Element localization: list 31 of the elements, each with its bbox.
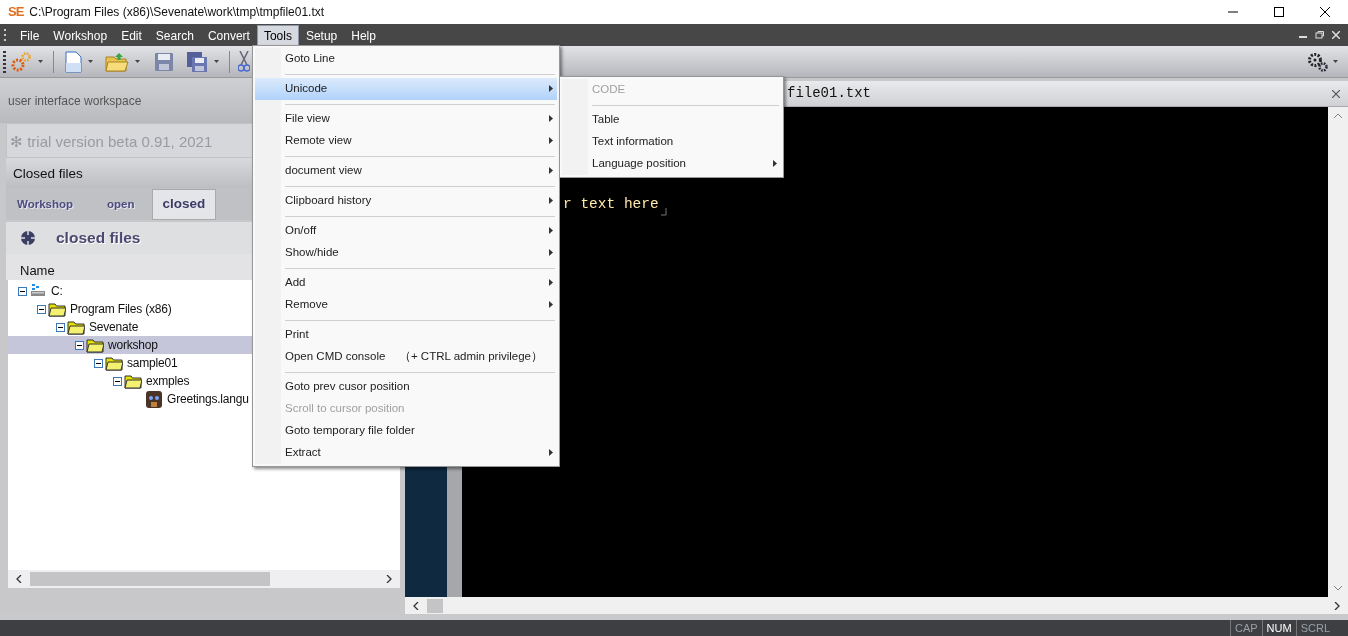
tree-label: Greetings.langu (167, 391, 249, 408)
status-indicator: SCRL (1295, 619, 1334, 636)
section-heading: closed files (56, 228, 141, 249)
editor-tab[interactable]: file01.txt (787, 83, 871, 104)
tree-label: workshop (108, 337, 158, 354)
menu-item[interactable]: Help (344, 24, 383, 46)
menu-item[interactable]: Setup (298, 24, 345, 46)
panel-tab[interactable]: open (90, 190, 152, 220)
menu-item[interactable]: Edit (114, 24, 149, 46)
window-title: C:\Program Files (x86)\Sevenate\work\tmp\tmpfile01.txt (29, 4, 326, 21)
menu-item[interactable]: Tools (256, 24, 299, 46)
tree-label: Program Files (x86) (70, 301, 172, 318)
menu-item[interactable]: Unicode (255, 78, 557, 100)
menu-item[interactable]: Workshop (46, 24, 115, 46)
menu-item[interactable]: File (13, 24, 47, 46)
menu-item[interactable]: Table (562, 109, 781, 131)
menu-item[interactable]: Language position (562, 153, 781, 175)
menu-item[interactable]: Text information (562, 131, 781, 153)
tree-label: exmples (146, 373, 190, 390)
tree-label: Sevenate (89, 319, 139, 336)
panel-tab[interactable]: closed (151, 188, 217, 220)
menu-item[interactable]: Convert (200, 24, 257, 46)
editor-text: r text here (563, 195, 659, 214)
status-indicator: NUM (1261, 619, 1296, 636)
status-indicator: CAP (1229, 619, 1262, 636)
menu-item[interactable]: Search (148, 24, 201, 46)
menu-item[interactable]: Goto Line (255, 48, 557, 70)
app-logo: SE (8, 3, 24, 22)
panel-tab[interactable]: Workshop (6, 190, 90, 220)
tree-label: sample01 (127, 355, 178, 372)
tree-label: C: (51, 283, 63, 300)
